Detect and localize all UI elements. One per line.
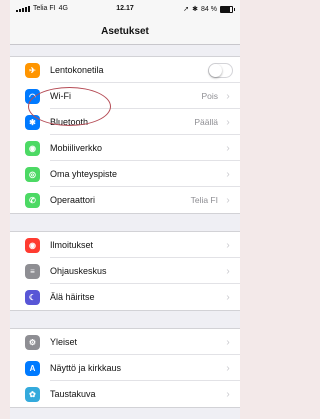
settings-row[interactable]: A Näyttö ja kirkkaus › <box>10 355 240 381</box>
chevron-right-icon: › <box>226 265 230 277</box>
settings-row-label: Operaattori <box>50 195 96 205</box>
toggle-knob <box>209 63 222 77</box>
gear-icon: ⚙ <box>25 334 40 350</box>
bluetooth-icon: ✱ <box>25 114 40 130</box>
carrier-name: Telia FI <box>33 5 56 12</box>
settings-row-label: Taustakuva <box>50 389 96 399</box>
status-time: 12.17 <box>116 5 134 12</box>
chevron-right-icon: › <box>226 142 230 154</box>
location-icon: ➚ <box>183 6 190 13</box>
settings-row-label: Oma yhteyspiste <box>50 169 118 179</box>
moon-icon: ☾ <box>25 289 40 305</box>
chevron-right-icon: › <box>226 194 230 206</box>
battery-percent: 84 % <box>201 5 217 13</box>
settings-row-label: Lentokonetila <box>50 65 104 75</box>
settings-row-value: Päällä <box>194 117 218 127</box>
status-right: ➚ ✱ 84 % <box>183 5 235 13</box>
settings-row[interactable]: ⚙ Yleiset › <box>10 329 240 355</box>
settings-list: ✈ Lentokonetila ◠ Wi-Fi Pois › ✱ Bluetooth Pääll… <box>10 56 240 408</box>
settings-row-label: Wi-Fi <box>50 91 71 101</box>
bluetooth-icon: ✱ <box>192 6 199 13</box>
settings-group: ✈ Lentokonetila ◠ Wi-Fi Pois › ✱ Bluetooth Pääll… <box>10 56 240 214</box>
status-bar: Telia FI 4G 12.17 ➚ ✱ 84 % <box>10 0 240 20</box>
battery-icon <box>220 5 235 13</box>
chevron-right-icon: › <box>226 362 230 374</box>
settings-row[interactable]: ✱ Bluetooth Päällä › <box>10 109 240 135</box>
settings-row[interactable]: ◉ Mobiiliverkko › <box>10 135 240 161</box>
settings-row-label: Bluetooth <box>50 117 89 127</box>
settings-row-value: Telia FI <box>190 195 218 205</box>
settings-screen: Telia FI 4G 12.17 ➚ ✱ 84 % Asetukset ✈ Le… <box>10 0 240 419</box>
settings-row-label: Näyttö ja kirkkaus <box>50 363 122 373</box>
airplane-mode-toggle[interactable] <box>208 62 233 78</box>
chevron-right-icon: › <box>226 336 230 348</box>
chevron-right-icon: › <box>226 239 230 251</box>
settings-row-label: Ohjauskeskus <box>50 266 107 276</box>
status-left: Telia FI 4G <box>16 5 68 12</box>
settings-row[interactable]: ☾ Älä häiritse › <box>10 284 240 310</box>
control-center-icon: ≡ <box>25 263 40 279</box>
hotspot-icon: ◎ <box>25 166 40 182</box>
settings-group: ◉ Ilmoitukset › ≡ Ohjauskeskus › ☾ Älä häiritse… <box>10 231 240 311</box>
settings-row-label: Ilmoitukset <box>50 240 94 250</box>
settings-row[interactable]: ◎ Oma yhteyspiste › <box>10 161 240 187</box>
settings-group: ⚙ Yleiset › A Näyttö ja kirkkaus › ✿ Taustakuva… <box>10 328 240 408</box>
settings-row[interactable]: ✿ Taustakuva › <box>10 381 240 407</box>
cellular-icon: ◉ <box>25 140 40 156</box>
settings-row[interactable]: ◉ Ilmoitukset › <box>10 232 240 258</box>
chevron-right-icon: › <box>226 90 230 102</box>
settings-row-label: Mobiiliverkko <box>50 143 103 153</box>
chevron-right-icon: › <box>226 116 230 128</box>
notifications-icon: ◉ <box>25 237 40 253</box>
wallpaper-icon: ✿ <box>25 386 40 402</box>
chevron-right-icon: › <box>226 168 230 180</box>
airplane-icon: ✈ <box>25 62 40 78</box>
settings-row[interactable]: ✆ Operaattori Telia FI › <box>10 187 240 213</box>
battery-fill <box>221 6 231 12</box>
wifi-icon: ◠ <box>25 88 40 104</box>
settings-row[interactable]: ≡ Ohjauskeskus › <box>10 258 240 284</box>
settings-row[interactable]: ◠ Wi-Fi Pois › <box>10 83 240 109</box>
chevron-right-icon: › <box>226 388 230 400</box>
chevron-right-icon: › <box>226 291 230 303</box>
network-type: 4G <box>58 5 68 12</box>
signal-strength-icon <box>16 5 30 12</box>
phone-icon: ✆ <box>25 192 40 208</box>
settings-row-label: Älä häiritse <box>50 292 95 302</box>
display-icon: A <box>25 360 40 376</box>
settings-row[interactable]: ✈ Lentokonetila <box>10 57 240 83</box>
settings-row-label: Yleiset <box>50 337 78 347</box>
settings-row-value: Pois <box>201 91 218 101</box>
